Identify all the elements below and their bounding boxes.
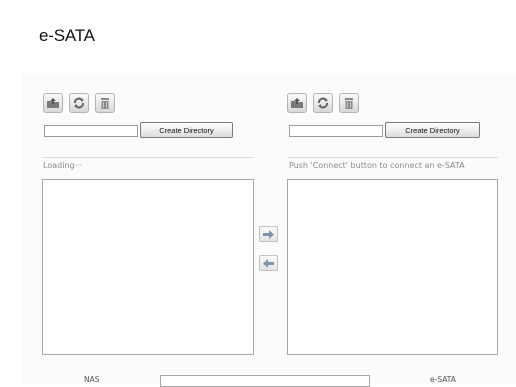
upload-folder-icon [47,98,59,108]
left-status-text: Loading··· [43,161,83,170]
path-input[interactable] [160,375,370,387]
arrow-left-icon [263,258,274,268]
refresh-icon [318,97,328,109]
right-upload-folder-button[interactable] [287,93,307,113]
esata-label: e-SATA [430,375,456,384]
right-directory-name-input[interactable] [289,125,383,137]
arrow-right-icon [263,229,274,239]
trash-icon [345,97,353,109]
right-status-text: Push 'Connect' button to connect an e-SA… [289,161,465,170]
upload-folder-icon [291,98,303,108]
nas-label: NAS [84,375,100,384]
left-delete-button[interactable] [95,93,115,113]
right-create-directory-button[interactable]: Create Directory [385,122,480,138]
right-divider [287,157,498,158]
left-upload-folder-button[interactable] [43,93,63,113]
left-create-directory-button[interactable]: Create Directory [140,122,233,138]
left-divider [42,157,254,158]
page-title: e-SATA [39,26,95,45]
left-file-list[interactable] [42,179,254,355]
refresh-icon [74,97,84,109]
copy-to-nas-button[interactable] [259,255,278,271]
left-directory-name-input[interactable] [44,125,138,137]
right-toolbar [287,93,359,113]
right-file-list[interactable] [287,179,498,355]
trash-icon [101,97,109,109]
left-refresh-button[interactable] [69,93,89,113]
copy-to-esata-button[interactable] [259,226,278,242]
left-toolbar [43,93,115,113]
right-refresh-button[interactable] [313,93,333,113]
right-delete-button[interactable] [339,93,359,113]
